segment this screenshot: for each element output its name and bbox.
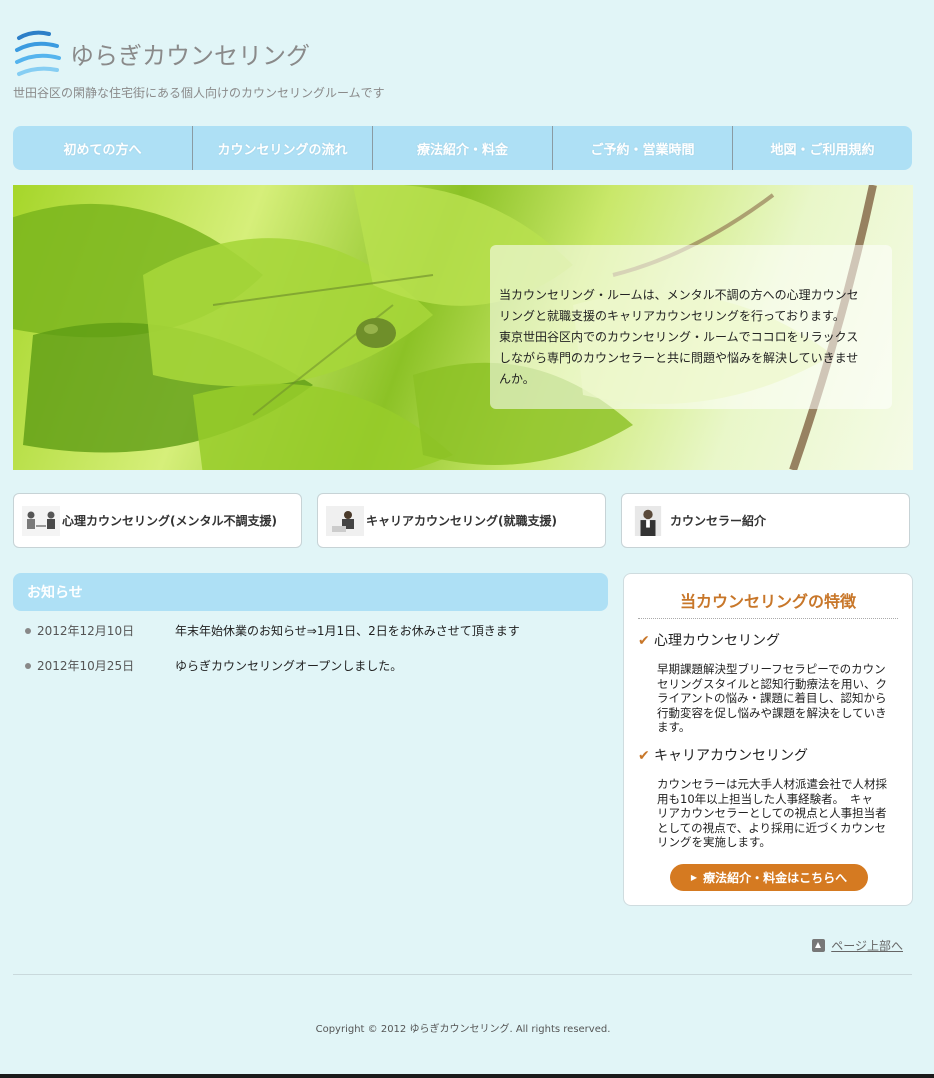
- bullet-icon: [25, 628, 31, 634]
- arrow-up-icon: [812, 939, 826, 952]
- features-panel: 当カウンセリングの特徴 ✔ 心理カウンセリング 早期課題解決型ブリーフセラピーでの…: [623, 573, 913, 906]
- nav-item-flow[interactable]: カウンセリングの流れ: [193, 126, 373, 170]
- window-bottom-edge: [0, 1074, 934, 1078]
- page-top-label: ページ上部へ: [831, 939, 903, 953]
- check-icon: ✔: [638, 748, 650, 764]
- counseling-session-thumbnail: [22, 505, 60, 536]
- hero-line: んか。: [499, 372, 535, 386]
- arrow-right-icon: ▶: [690, 873, 698, 882]
- counselor-portrait-thumbnail: [634, 505, 662, 536]
- hero-message: 当カウンセリング・ルームは、メンタル不調の方への心理カウンセ リングと就職支援の…: [490, 245, 892, 409]
- therapy-fees-button[interactable]: ▶ 療法紹介・料金はこちらへ: [670, 864, 868, 891]
- hero-line: 当カウンセリング・ルームは、メンタル不調の方への心理カウンセ: [499, 288, 859, 302]
- service-label: 心理カウンセリング(メンタル不調支援): [62, 514, 277, 528]
- feature-description: 早期課題解決型ブリーフセラピーでのカウン セリングスタイルと認知行動療法を用い、…: [657, 662, 902, 735]
- feature-line: 用も10年以上担当した人事経験者。 キャ: [657, 791, 873, 806]
- news-list: 2012年12月10日 年末年始休業のお知らせ⇒1月1日、2日をお休みさせて頂き…: [25, 622, 605, 692]
- main-nav: 初めての方へ カウンセリングの流れ 療法紹介・料金 ご予約・営業時間 地図・ご利…: [13, 126, 912, 170]
- feature-line: ます。: [657, 720, 691, 734]
- page-top-link[interactable]: ページ上部へ: [812, 937, 903, 954]
- feature-heading-text: キャリアカウンセリング: [654, 748, 808, 764]
- service-card-career[interactable]: キャリアカウンセリング(就職支援): [317, 493, 606, 548]
- news-item: 2012年10月25日 ゆらぎカウンセリングオープンしました。: [25, 657, 605, 692]
- features-title: 当カウンセリングの特徴: [638, 588, 898, 619]
- feature-heading-text: 心理カウンセリング: [654, 633, 780, 649]
- copyright: Copyright © 2012 ゆらぎカウンセリング. All rights …: [315, 1024, 611, 1035]
- nav-item-reservation-hours[interactable]: ご予約・営業時間: [553, 126, 733, 170]
- news-date: 2012年10月25日: [37, 659, 135, 673]
- check-icon: ✔: [638, 633, 650, 649]
- feature-line: リングを実施します。: [657, 835, 771, 849]
- news-text: 年末年始休業のお知らせ⇒1月1日、2日をお休みさせて頂きます: [175, 624, 520, 638]
- service-label: キャリアカウンセリング(就職支援): [366, 514, 557, 528]
- hero-line: しながら専門のカウンセラーと共に問題や悩みを解決していきませ: [499, 351, 859, 365]
- feature-line: としての視点で、より採用に近づくカウンセ: [657, 820, 886, 835]
- site-header: ゆらぎカウンセリング 世田谷区の閑静な住宅街にある個人向けのカウンセリングルーム…: [13, 28, 613, 108]
- feature-heading: ✔ 心理カウンセリング: [638, 630, 780, 650]
- news-text: ゆらぎカウンセリングオープンしました。: [175, 659, 403, 673]
- hero-banner: 当カウンセリング・ルームは、メンタル不調の方への心理カウンセ リングと就職支援の…: [13, 185, 913, 470]
- news-item: 2012年12月10日 年末年始休業のお知らせ⇒1月1日、2日をお休みさせて頂き…: [25, 622, 605, 657]
- button-label: 療法紹介・料金はこちらへ: [703, 871, 848, 885]
- bullet-icon: [25, 663, 31, 669]
- service-card-mental[interactable]: 心理カウンセリング(メンタル不調支援): [13, 493, 302, 548]
- feature-description: カウンセラーは元大手人材派遣会社で人材採 用も10年以上担当した人事経験者。 キ…: [657, 777, 902, 850]
- feature-line: セリングスタイルと認知行動療法を用い、ク: [657, 676, 887, 691]
- site-name[interactable]: ゆらぎカウンセリング: [70, 36, 310, 71]
- news-heading: お知らせ: [13, 573, 608, 611]
- hero-line: リングと就職支援のキャリアカウンセリングを行っております。: [499, 309, 845, 323]
- feature-line: リアカウンセラーとしての視点と人事担当者: [657, 806, 887, 820]
- nav-item-therapy-fees[interactable]: 療法紹介・料金: [373, 126, 553, 170]
- hero-line: 東京世田谷区内でのカウンセリング・ルームでココロをリラックス: [499, 330, 859, 344]
- feature-line: カウンセラーは元大手人材派遣会社で人材採: [657, 777, 887, 791]
- career-person-thumbnail: [326, 505, 364, 536]
- feature-line: 行動変容を促し悩みや課題を解決をしていき: [657, 705, 887, 720]
- feature-line: ライアントの悩み・課題に着目し、認知から: [657, 691, 887, 705]
- service-label: カウンセラー紹介: [670, 514, 767, 528]
- nav-item-map-terms[interactable]: 地図・ご利用規約: [733, 126, 912, 170]
- feature-heading: ✔ キャリアカウンセリング: [638, 745, 808, 765]
- nav-item-first-time[interactable]: 初めての方へ: [13, 126, 193, 170]
- feature-line: 早期課題解決型ブリーフセラピーでのカウン: [657, 662, 886, 676]
- footer-divider: [13, 974, 912, 975]
- logo-icon[interactable]: [13, 28, 63, 80]
- news-date: 2012年12月10日: [37, 624, 135, 638]
- tagline: 世田谷区の閑静な住宅街にある個人向けのカウンセリングルームです: [13, 86, 385, 100]
- service-card-counselor[interactable]: カウンセラー紹介: [621, 493, 910, 548]
